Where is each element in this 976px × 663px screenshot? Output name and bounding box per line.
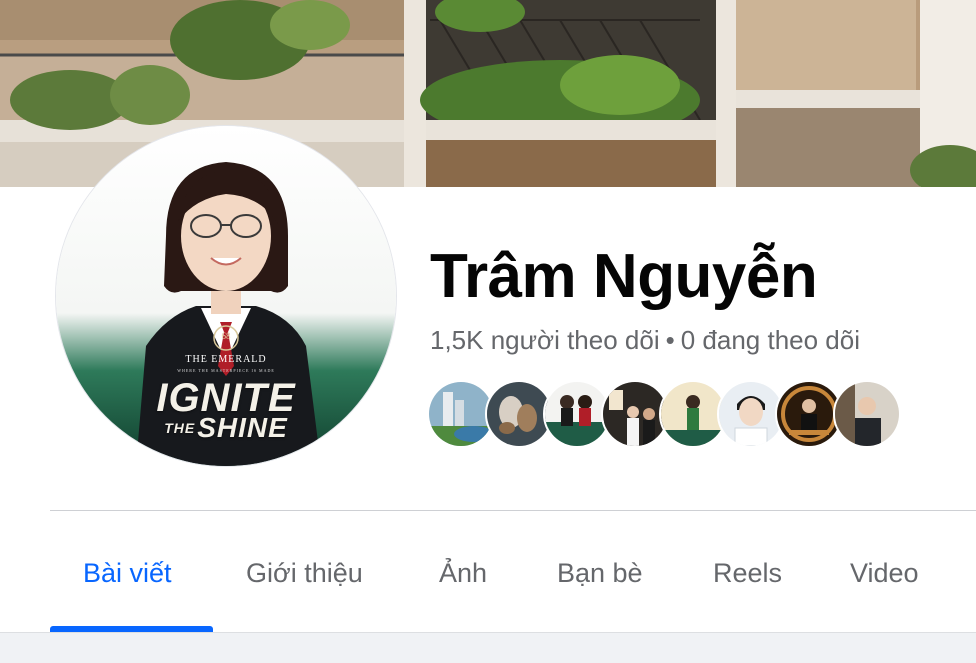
profile-stats: 1,5K người theo dõi • 0 đang theo dõi [430,322,860,358]
profile-name: Trâm Nguyễn [430,242,818,311]
following-link[interactable]: 0 đang theo dõi [681,325,860,355]
avatar-brand-tagline: WHERE THE MASTERPIECE IS MADE [177,368,275,373]
avatar-badge-number: 68 [221,331,231,341]
tab-reels[interactable]: Reels [713,540,782,606]
tab-friends[interactable]: Bạn bè [557,540,643,606]
avatar-brand-name: THE EMERALD [185,354,267,365]
stats-separator: • [665,325,675,355]
profile-tabs: Bài viết Giới thiệu Ảnh Bạn bè Reels Vid… [50,540,976,632]
friend-avatars [427,380,901,448]
profile-avatar[interactable]: 68 THE EMERALD WHERE THE MASTERPIECE IS … [56,126,396,466]
tab-posts[interactable]: Bài viết [83,540,172,606]
friend-avatar[interactable] [833,380,901,448]
tab-about[interactable]: Giới thiệu [246,540,363,606]
avatar-slogan-small: THE [164,420,196,436]
feed-background [0,632,976,663]
avatar-slogan-main: SHINE [197,412,288,443]
followers-link[interactable]: 1,5K người theo dõi [430,325,660,355]
tab-video[interactable]: Video [850,540,919,606]
profile-divider [50,510,976,511]
avatar-slogan-line2: THESHINE [56,412,396,444]
tab-photos[interactable]: Ảnh [439,540,487,606]
